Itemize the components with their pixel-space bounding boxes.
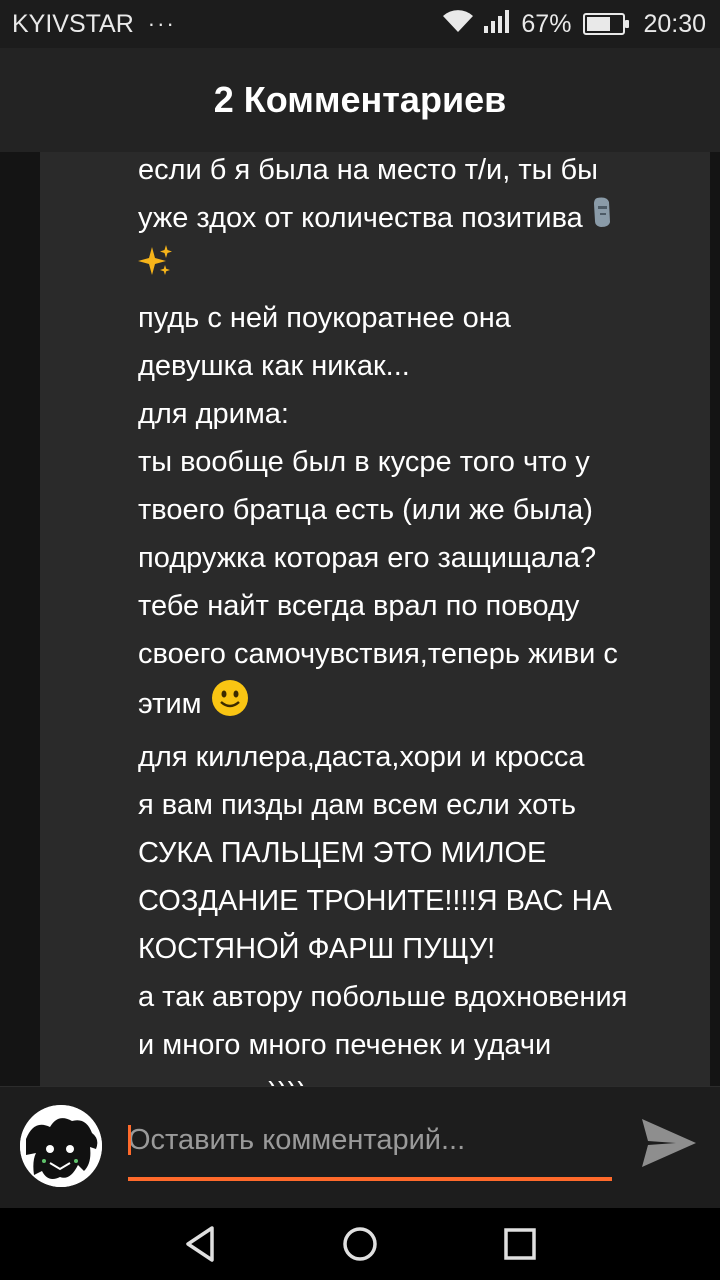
comment-line: этим [138,688,202,721]
recents-button[interactable] [490,1214,550,1274]
home-icon [343,1227,377,1261]
send-button[interactable] [638,1115,700,1171]
battery-level [587,17,611,31]
comment-line: а так автору побольше вдохновения [138,981,628,1014]
system-nav-bar [0,1208,720,1280]
comment-line: для киллера,даста,хори и кросса [138,741,585,774]
comment-line: для дрима: [138,398,289,431]
status-left: KYIVSTAR ··· [12,10,176,39]
back-button[interactable] [170,1214,230,1274]
back-icon [186,1226,214,1262]
send-icon [642,1119,696,1167]
input-underline [128,1177,612,1181]
battery-percent: 67% [521,9,572,38]
moai-icon [591,195,613,243]
comment-body: если б я была на место т/и, ты бы уже зд… [138,152,698,1086]
comment-line: уже здох от количества позитива [138,202,583,234]
comment-line: девушка как никак... [138,350,410,383]
carrier-label: KYIVSTAR [12,9,134,38]
text-caret [128,1125,131,1155]
comments-header: 2 Комментариев [0,48,720,152]
comment-line: я вам пизды дам всем если хоть [138,789,576,822]
battery-icon [583,13,630,35]
comment-card[interactable]: если б я была на место т/и, ты бы уже зд… [40,152,710,1086]
comment-line: ты вообще был в кусре того что у [138,446,590,479]
comment-line: если б я была на место т/и, ты бы [138,154,598,186]
comment-line: твоего братца есть (или же была) [138,494,593,527]
comment-line: КОСТЯНОЙ ФАРШ ПУЩУ! [138,933,496,966]
comment-line: СУКА ПАЛЬЦЕМ ЭТО МИЛОЕ [138,837,547,870]
signal-icon [483,8,513,41]
comment-line: и много много печенек и удачи [138,1029,552,1062]
sparkles-icon [138,243,174,294]
comment-line: подружка которая его защищала? [138,542,597,575]
comment-line: СОЗДАНИЕ ТРОНИТЕ!!!!Я ВАС НА [138,885,612,918]
status-bar: KYIVSTAR ··· 67% 20:30 [0,0,720,48]
clock: 20:30 [643,9,706,38]
comment-line: тебе найт всегда врал по поводу [138,590,580,623]
notification-dots: ··· [147,11,176,36]
comment-input[interactable] [128,1115,612,1165]
home-button[interactable] [330,1214,390,1274]
comment-line: в шкалке:)))) и много чая с [138,1077,495,1086]
comment-line: пудь с ней поукоратнее она [138,302,511,335]
smiley-icon [210,678,250,733]
page-title: 2 Комментариев [213,79,507,120]
compose-bar [0,1086,720,1208]
comment-line: своего самочувствия,теперь живи с [138,638,618,671]
avatar[interactable] [20,1105,102,1187]
recents-icon [504,1228,536,1260]
status-right: 67% 20:30 [441,8,706,41]
wifi-icon [441,8,475,41]
